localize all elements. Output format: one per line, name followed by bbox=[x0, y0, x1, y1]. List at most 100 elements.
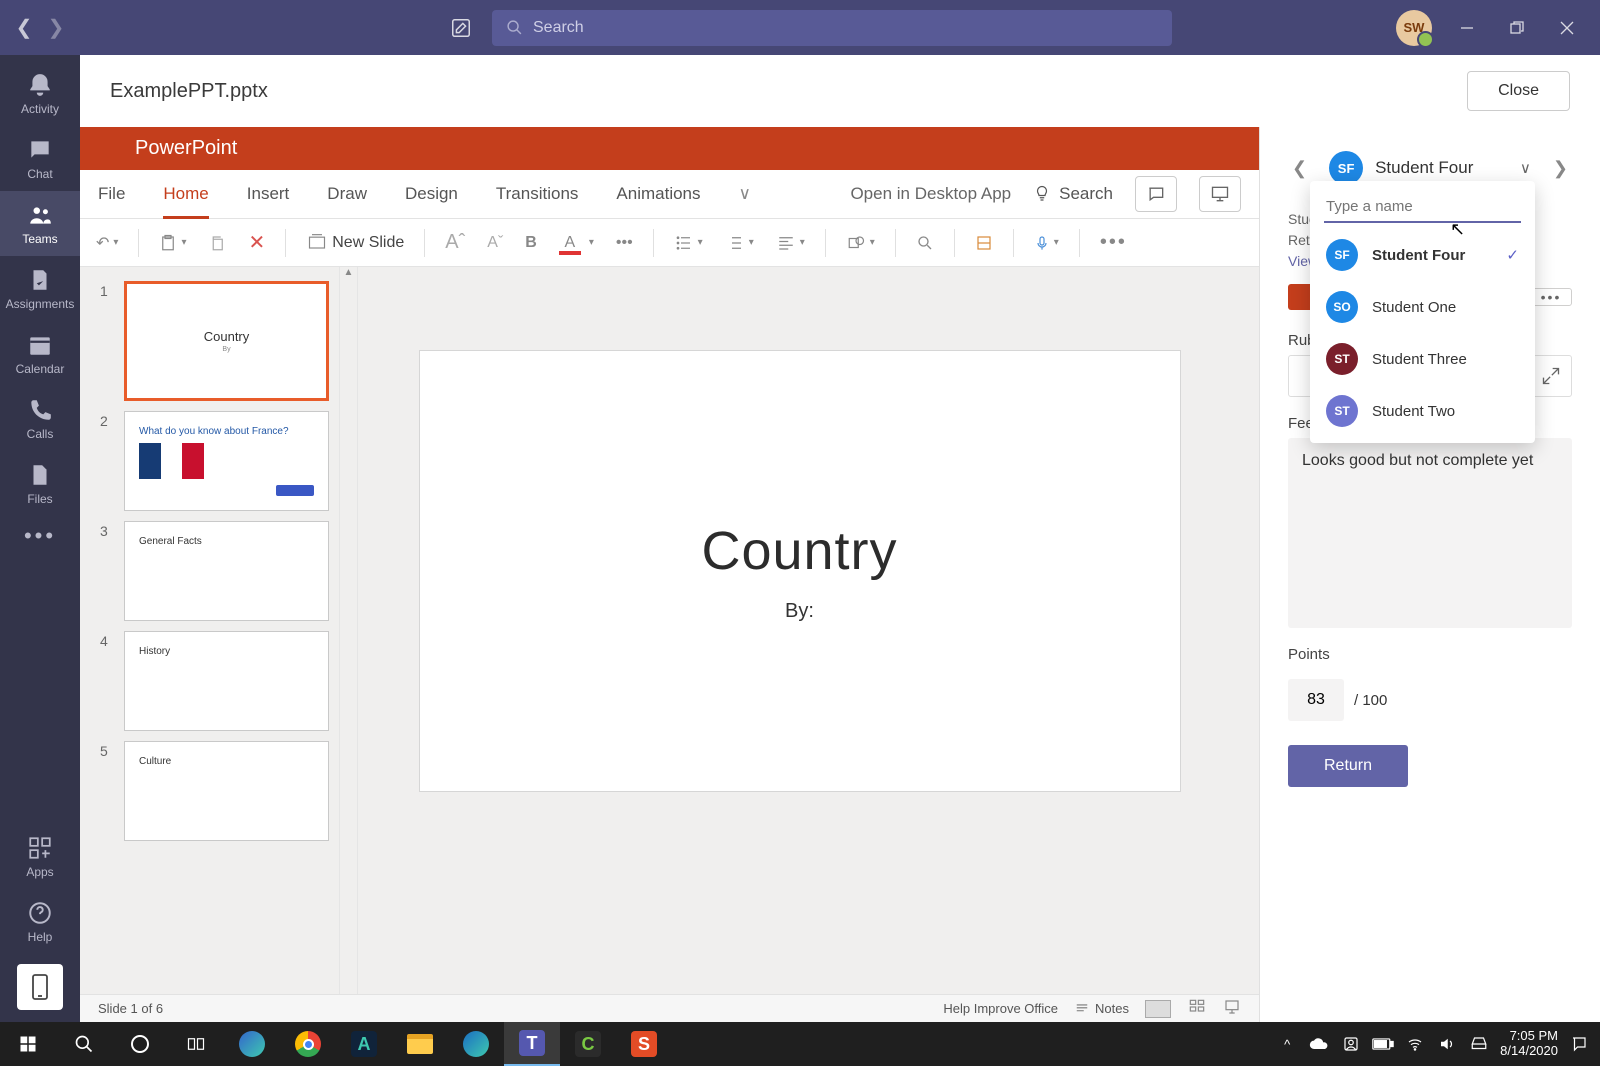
tab-draw[interactable]: Draw bbox=[327, 170, 367, 219]
taskbar-app-generic-a[interactable]: A bbox=[336, 1022, 392, 1066]
prev-student-button[interactable]: ❮ bbox=[1288, 154, 1311, 183]
designer-button[interactable] bbox=[969, 230, 999, 256]
sorter-view-icon[interactable] bbox=[1187, 999, 1207, 1018]
check-icon: ✓ bbox=[1506, 246, 1519, 264]
rail-device-button[interactable] bbox=[17, 964, 63, 1010]
slideshow-view-icon[interactable] bbox=[1223, 999, 1241, 1018]
slide-subtitle: By: bbox=[785, 600, 814, 623]
student-option-one[interactable]: SO Student One bbox=[1310, 281, 1535, 333]
window-minimize-button[interactable] bbox=[1442, 9, 1492, 47]
rail-teams[interactable]: Teams bbox=[0, 191, 80, 256]
student-avatar-icon: SF bbox=[1329, 151, 1363, 185]
taskbar-app-teams[interactable]: T bbox=[504, 1022, 560, 1066]
points-input[interactable] bbox=[1288, 679, 1344, 721]
taskbar-app-edge[interactable] bbox=[224, 1022, 280, 1066]
app-rail: Activity Chat Teams Assignments Calendar… bbox=[0, 55, 80, 1022]
cortana-icon[interactable] bbox=[112, 1022, 168, 1066]
thumbnail-2[interactable]: What do you know about France? bbox=[124, 411, 329, 511]
notes-toggle[interactable]: Notes bbox=[1074, 1001, 1129, 1016]
shapes-button[interactable]: ▾ bbox=[840, 230, 881, 256]
cut-button[interactable]: ✕ bbox=[242, 226, 271, 259]
find-button[interactable] bbox=[910, 230, 940, 256]
tab-animations[interactable]: Animations bbox=[616, 170, 700, 219]
rail-help[interactable]: Help bbox=[0, 889, 80, 954]
tab-more[interactable]: ∨ bbox=[739, 170, 751, 219]
student-option-four[interactable]: SF Student Four ✓ bbox=[1310, 229, 1535, 281]
window-maximize-button[interactable] bbox=[1492, 9, 1542, 47]
nav-forward-button[interactable]: ❯ bbox=[40, 12, 72, 44]
rail-calls[interactable]: Calls bbox=[0, 386, 80, 451]
comments-button[interactable] bbox=[1135, 176, 1177, 212]
tray-devices-icon[interactable] bbox=[1468, 1035, 1490, 1053]
compose-icon[interactable] bbox=[442, 9, 480, 47]
expand-icon[interactable] bbox=[1541, 366, 1561, 386]
copy-button[interactable] bbox=[202, 230, 232, 256]
tray-wifi-icon[interactable] bbox=[1404, 1036, 1426, 1052]
dictate-button[interactable]: ▾ bbox=[1028, 229, 1065, 257]
feedback-textarea[interactable] bbox=[1288, 438, 1572, 628]
close-button[interactable]: Close bbox=[1467, 71, 1570, 111]
start-button[interactable] bbox=[0, 1022, 56, 1066]
tray-people-icon[interactable] bbox=[1340, 1035, 1362, 1053]
nav-back-button[interactable]: ❮ bbox=[8, 12, 40, 44]
bullets-button[interactable]: ▾ bbox=[668, 230, 709, 256]
return-button[interactable]: Return bbox=[1288, 745, 1408, 787]
font-color-button[interactable]: A▾ bbox=[553, 230, 600, 256]
taskbar-clock[interactable]: 7:05 PM 8/14/2020 bbox=[1500, 1029, 1558, 1059]
help-improve-link[interactable]: Help Improve Office bbox=[943, 1001, 1058, 1016]
task-view-icon[interactable] bbox=[168, 1022, 224, 1066]
tab-design[interactable]: Design bbox=[405, 170, 458, 219]
thumbnail-1[interactable]: Country By bbox=[124, 281, 329, 401]
numbering-button[interactable]: ▾ bbox=[719, 230, 760, 256]
rail-activity[interactable]: Activity bbox=[0, 61, 80, 126]
thumbnail-4[interactable]: History bbox=[124, 631, 329, 731]
student-search-input[interactable] bbox=[1324, 191, 1521, 223]
taskbar-app-chrome[interactable] bbox=[280, 1022, 336, 1066]
thumbnail-5[interactable]: Culture bbox=[124, 741, 329, 841]
font-more-icon[interactable]: ••• bbox=[610, 230, 639, 256]
tray-notifications-icon[interactable] bbox=[1568, 1035, 1590, 1053]
slide-canvas[interactable]: Country By: bbox=[420, 351, 1180, 791]
tray-volume-icon[interactable] bbox=[1436, 1035, 1458, 1053]
taskbar-search-icon[interactable] bbox=[56, 1022, 112, 1066]
teams-titlebar: ❮ ❯ Search SW bbox=[0, 0, 1600, 55]
rail-chat[interactable]: Chat bbox=[0, 126, 80, 191]
normal-view-icon[interactable] bbox=[1145, 1000, 1171, 1018]
rail-apps[interactable]: Apps bbox=[0, 824, 80, 889]
taskbar-app-edge2[interactable] bbox=[448, 1022, 504, 1066]
next-student-button[interactable]: ❯ bbox=[1549, 154, 1572, 183]
attachment-more-button[interactable]: ••• bbox=[1530, 288, 1572, 306]
tab-insert[interactable]: Insert bbox=[247, 170, 290, 219]
font-grow-button[interactable]: Aˆ bbox=[439, 227, 471, 258]
paste-button[interactable]: ▾ bbox=[153, 229, 192, 257]
rail-calendar[interactable]: Calendar bbox=[0, 321, 80, 386]
font-shrink-button[interactable]: Aˇ bbox=[481, 230, 509, 256]
user-avatar[interactable]: SW bbox=[1396, 10, 1432, 46]
new-slide-button[interactable]: New Slide bbox=[300, 229, 410, 257]
bold-button[interactable]: B bbox=[519, 230, 543, 256]
open-in-desktop-link[interactable]: Open in Desktop App bbox=[850, 184, 1011, 204]
tab-home[interactable]: Home bbox=[163, 170, 208, 219]
align-button[interactable]: ▾ bbox=[770, 230, 811, 256]
rail-assignments[interactable]: Assignments bbox=[0, 256, 80, 321]
tray-chevron-icon[interactable]: ^ bbox=[1276, 1037, 1298, 1052]
tab-file[interactable]: File bbox=[98, 170, 125, 219]
toolbar-overflow-icon[interactable]: ••• bbox=[1094, 227, 1133, 258]
taskbar-app-snagit[interactable]: S bbox=[616, 1022, 672, 1066]
window-close-button[interactable] bbox=[1542, 9, 1592, 47]
taskbar-app-camtasia[interactable]: C bbox=[560, 1022, 616, 1066]
rail-more[interactable]: ••• bbox=[0, 516, 80, 556]
tray-onedrive-icon[interactable] bbox=[1308, 1037, 1330, 1051]
search-input[interactable]: Search bbox=[492, 10, 1172, 46]
rail-files[interactable]: Files bbox=[0, 451, 80, 516]
present-button[interactable] bbox=[1199, 176, 1241, 212]
slide-canvas-area: ▲ Country By: bbox=[340, 267, 1259, 994]
tab-transitions[interactable]: Transitions bbox=[496, 170, 579, 219]
tray-battery-icon[interactable] bbox=[1372, 1038, 1394, 1050]
thumbnail-3[interactable]: General Facts bbox=[124, 521, 329, 621]
tell-me-search[interactable]: Search bbox=[1033, 184, 1113, 204]
undo-button[interactable]: ↶▾ bbox=[90, 229, 124, 257]
student-option-two[interactable]: ST Student Two bbox=[1310, 385, 1535, 437]
student-option-three[interactable]: ST Student Three bbox=[1310, 333, 1535, 385]
taskbar-app-explorer[interactable] bbox=[392, 1022, 448, 1066]
